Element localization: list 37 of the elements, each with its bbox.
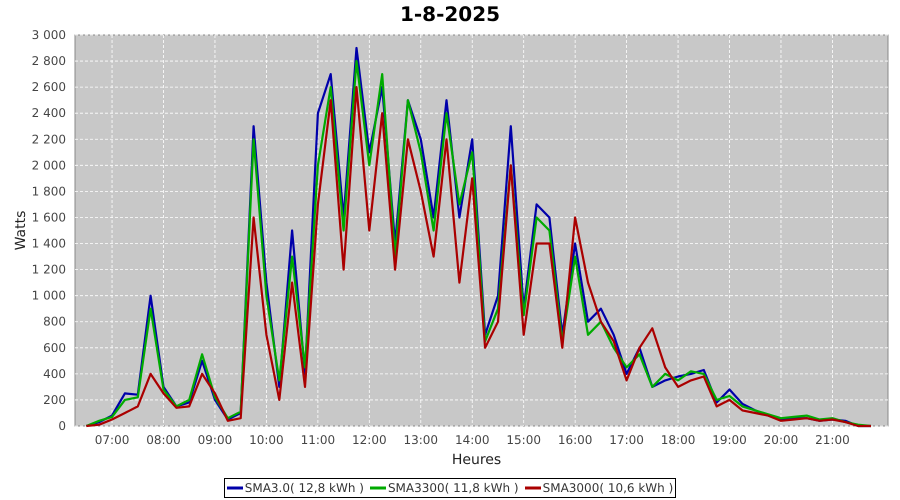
x-tick-label: 07:00 <box>94 433 130 447</box>
y-tick-label: 1 600 <box>32 210 66 224</box>
legend-label: SMA3.0( 12,8 kWh ) <box>244 480 364 497</box>
y-tick-label: 3 000 <box>32 28 66 42</box>
x-tick-label: 18:00 <box>660 433 696 447</box>
y-tick-label: 800 <box>43 314 66 329</box>
x-tick-label: 13:00 <box>403 433 438 447</box>
chart-title: 1-8-2025 <box>400 1 500 28</box>
x-tick-label: 20:00 <box>764 433 798 447</box>
x-tick-label: 10:00 <box>249 433 284 447</box>
y-tick-label: 1 800 <box>32 184 66 198</box>
legend-label: SMA3300( 11,8 kWh ) <box>388 480 519 497</box>
x-axis-label: Heures <box>452 452 502 468</box>
y-tick-label: 2 800 <box>32 54 66 68</box>
y-tick-label: 2 400 <box>32 106 66 120</box>
y-tick-label: 2 200 <box>32 132 66 146</box>
x-tick-label: 08:00 <box>146 433 181 447</box>
y-tick-label: 1 200 <box>32 262 66 277</box>
legend-label: SMA3000( 10,6 kWh ) <box>542 480 674 497</box>
x-tick-label: 17:00 <box>609 433 644 447</box>
x-tick-label: 21:00 <box>815 433 850 447</box>
y-tick-label: 1 000 <box>32 288 66 303</box>
x-tick-label: 14:00 <box>454 433 490 447</box>
y-tick-label: 2 600 <box>32 80 66 94</box>
x-tick-label: 11:00 <box>300 433 336 447</box>
x-tick-label: 12:00 <box>352 433 387 447</box>
y-tick-label: 1 400 <box>32 236 66 251</box>
x-tick-label: 15:00 <box>506 433 541 447</box>
x-tick-label: 16:00 <box>558 433 592 447</box>
y-tick-label: 200 <box>43 392 66 407</box>
y-tick-label: 400 <box>43 366 66 381</box>
x-tick-label: 19:00 <box>712 433 747 447</box>
y-axis-label: Watts <box>13 210 29 250</box>
x-tick-label: 09:00 <box>198 433 232 447</box>
y-tick-label: 600 <box>43 340 66 355</box>
y-tick-label: 0 <box>58 419 66 433</box>
y-tick-label: 2 000 <box>32 158 66 172</box>
